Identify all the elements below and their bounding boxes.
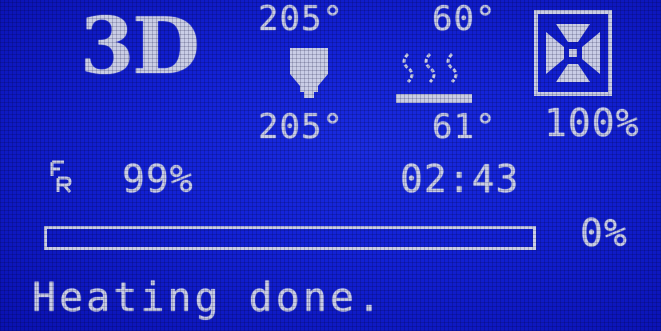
- lcd-screen: 3D 205° 205° 60° 61° 100% 99% 02:43 0% H…: [0, 0, 661, 331]
- printer-logo: 3D: [80, 1, 200, 92]
- hotend-target-temp: 205°: [258, 0, 344, 39]
- elapsed-time: 02:43: [400, 157, 520, 201]
- heated-bed-icon: [396, 52, 472, 103]
- bed-target-temp: 60°: [432, 0, 497, 39]
- progress-percent: 0%: [580, 211, 628, 255]
- bed-current-temp: 61°: [432, 107, 497, 147]
- feedrate-icon: [50, 160, 72, 193]
- fan-speed: 100%: [544, 101, 640, 145]
- hotend-current-temp: 205°: [258, 107, 344, 147]
- fan-icon: [534, 10, 612, 96]
- feedrate-value: 99%: [122, 157, 194, 201]
- progress-bar: [44, 226, 536, 250]
- hotend-nozzle-icon: [290, 48, 328, 98]
- status-message: Heating done.: [32, 275, 385, 321]
